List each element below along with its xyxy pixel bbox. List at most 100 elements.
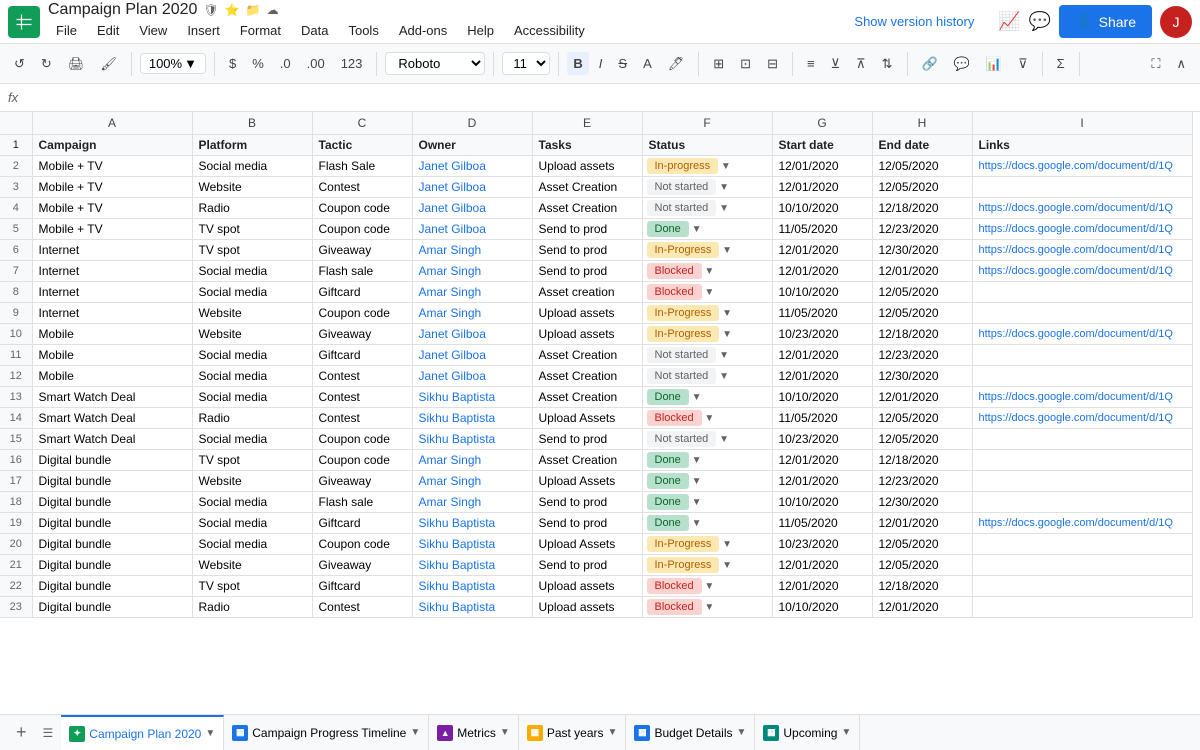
cell-status[interactable]: Not started ▼ [642,366,772,387]
bookmark-icon[interactable]: ⭐ [225,3,240,17]
cell-status[interactable]: In-Progress ▼ [642,324,772,345]
header-tasks[interactable]: Tasks [532,135,642,156]
cell-tactic[interactable]: Coupon code [312,534,412,555]
cell-tasks[interactable]: Asset Creation [532,450,642,471]
cell-end-date[interactable]: 12/05/2020 [872,408,972,429]
cell-end-date[interactable]: 12/05/2020 [872,429,972,450]
header-links[interactable]: Links [972,135,1192,156]
cell-link[interactable]: https://docs.google.com/document/d/1Q [972,387,1192,408]
version-history-link[interactable]: Show version history [854,14,974,29]
formula-input[interactable] [26,90,1192,105]
tab-dropdown-budget[interactable]: ▼ [736,727,746,738]
cell-status[interactable]: Blocked ▼ [642,282,772,303]
cell-status[interactable]: Not started ▼ [642,345,772,366]
cell-tasks[interactable]: Upload assets [532,303,642,324]
status-dropdown-arrow[interactable]: ▼ [719,539,732,550]
add-sheet-button[interactable]: + [8,722,35,743]
sheets-menu-button[interactable]: ☰ [35,726,62,740]
cell-campaign[interactable]: Mobile [32,366,192,387]
cell-end-date[interactable]: 12/18/2020 [872,324,972,345]
cell-tactic[interactable]: Coupon code [312,450,412,471]
status-dropdown-arrow[interactable]: ▼ [702,581,715,592]
cell-owner[interactable]: Amar Singh [412,282,532,303]
tab-budget-details[interactable]: ▦ Budget Details ▼ [626,715,755,750]
cell-end-date[interactable]: 12/01/2020 [872,597,972,618]
cell-tasks[interactable]: Upload Assets [532,471,642,492]
col-header-H[interactable]: H [872,112,972,135]
italic-button[interactable]: I [593,52,609,75]
tab-dropdown-metrics[interactable]: ▼ [500,727,510,738]
cell-end-date[interactable]: 12/05/2020 [872,534,972,555]
cell-link[interactable]: https://docs.google.com/document/d/1Q [972,219,1192,240]
undo-button[interactable]: ↺ [8,52,31,76]
status-dropdown-arrow[interactable]: ▼ [719,245,732,256]
cell-owner[interactable]: Janet Gilboa [412,219,532,240]
cell-end-date[interactable]: 12/05/2020 [872,555,972,576]
cell-tactic[interactable]: Giveaway [312,555,412,576]
status-dropdown-arrow[interactable]: ▼ [689,392,702,403]
cell-campaign[interactable]: Digital bundle [32,471,192,492]
cell-tactic[interactable]: Giftcard [312,345,412,366]
cell-tasks[interactable]: Asset creation [532,282,642,303]
cell-owner[interactable]: Sikhu Baptista [412,576,532,597]
cell-campaign[interactable]: Mobile + TV [32,177,192,198]
cell-status[interactable]: Done ▼ [642,387,772,408]
paint-format-button[interactable]: 🖌 [94,52,123,76]
status-dropdown-arrow[interactable]: ▼ [719,329,732,340]
cell-start-date[interactable]: 12/01/2020 [772,261,872,282]
text-color-button[interactable]: A [637,52,658,75]
cell-platform[interactable]: Social media [192,366,312,387]
cell-tactic[interactable]: Flash sale [312,492,412,513]
cell-end-date[interactable]: 12/30/2020 [872,492,972,513]
cell-end-date[interactable]: 12/30/2020 [872,240,972,261]
cell-link[interactable]: https://docs.google.com/document/d/1Q [972,198,1192,219]
cell-tasks[interactable]: Send to prod [532,429,642,450]
redo-button[interactable]: ↻ [35,52,58,76]
folder-icon[interactable]: 📁 [246,3,261,17]
cell-end-date[interactable]: 12/18/2020 [872,450,972,471]
cell-campaign[interactable]: Digital bundle [32,492,192,513]
cell-status[interactable]: In-Progress ▼ [642,240,772,261]
cell-status[interactable]: Done ▼ [642,513,772,534]
cell-link[interactable]: https://docs.google.com/document/d/1Q [972,408,1192,429]
comment-button[interactable]: 💬 [948,52,976,76]
cell-tasks[interactable]: Asset Creation [532,345,642,366]
cell-campaign[interactable]: Mobile [32,324,192,345]
cell-platform[interactable]: Social media [192,429,312,450]
cell-status[interactable]: Not started ▼ [642,198,772,219]
cell-tactic[interactable]: Giveaway [312,471,412,492]
cell-owner[interactable]: Janet Gilboa [412,366,532,387]
cell-tactic[interactable]: Coupon code [312,198,412,219]
header-start-date[interactable]: Start date [772,135,872,156]
cell-owner[interactable]: Janet Gilboa [412,156,532,177]
header-campaign[interactable]: Campaign [32,135,192,156]
cell-start-date[interactable]: 12/01/2020 [772,576,872,597]
cell-start-date[interactable]: 12/01/2020 [772,450,872,471]
cell-tasks[interactable]: Send to prod [532,240,642,261]
collapse-button[interactable]: ∧ [1170,52,1192,76]
cell-tactic[interactable]: Contest [312,408,412,429]
cell-start-date[interactable]: 10/10/2020 [772,282,872,303]
cell-status[interactable]: Done ▼ [642,450,772,471]
cell-campaign[interactable]: Internet [32,240,192,261]
cell-link[interactable] [972,282,1192,303]
avatar[interactable]: J [1160,6,1192,38]
cell-start-date[interactable]: 11/05/2020 [772,219,872,240]
cell-campaign[interactable]: Internet [32,261,192,282]
cell-status[interactable]: In-Progress ▼ [642,534,772,555]
cell-platform[interactable]: Social media [192,534,312,555]
status-dropdown-arrow[interactable]: ▼ [702,287,715,298]
col-header-C[interactable]: C [312,112,412,135]
cell-start-date[interactable]: 12/01/2020 [772,177,872,198]
cell-end-date[interactable]: 12/01/2020 [872,387,972,408]
cell-start-date[interactable]: 12/01/2020 [772,345,872,366]
cell-campaign[interactable]: Mobile + TV [32,198,192,219]
cell-link[interactable] [972,450,1192,471]
cell-platform[interactable]: TV spot [192,219,312,240]
zoom-selector[interactable]: 100% ▼ [140,53,206,74]
cell-end-date[interactable]: 12/23/2020 [872,345,972,366]
cell-link[interactable] [972,597,1192,618]
status-dropdown-arrow[interactable]: ▼ [702,602,715,613]
tab-dropdown-upcoming[interactable]: ▼ [841,727,851,738]
cell-owner[interactable]: Sikhu Baptista [412,597,532,618]
